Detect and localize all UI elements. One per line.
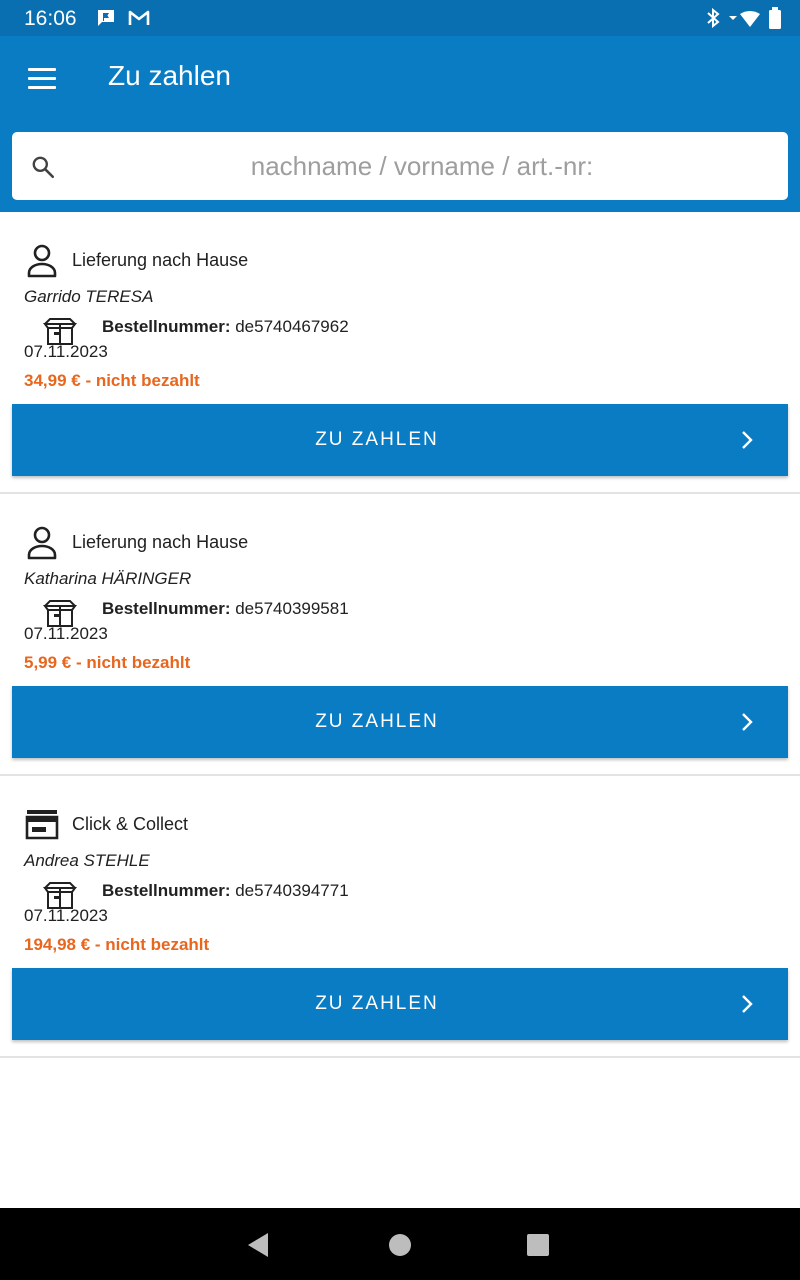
gmail-icon — [128, 10, 150, 25]
order-date: 07.11.2023 — [24, 906, 108, 925]
order-card: Lieferung nach Hause Katharina HÄRINGER … — [0, 494, 800, 776]
customer-name: Andrea STEHLE — [24, 851, 150, 870]
order-date: 07.11.2023 — [24, 342, 108, 361]
back-icon[interactable] — [244, 1230, 274, 1260]
order-number-line: Bestellnummer: de5740399581 — [102, 599, 349, 619]
store-icon — [25, 810, 59, 840]
bluetooth-icon — [707, 8, 720, 28]
status-bar: 16:06 — [0, 0, 800, 36]
battery-icon — [769, 7, 781, 29]
payment-status: 34,99 € - nicht bezahlt — [24, 371, 200, 390]
order-number-label: Bestellnummer: — [102, 599, 231, 618]
order-card: Lieferung nach Hause Garrido TERESA Best… — [0, 212, 800, 494]
hamburger-menu-icon[interactable] — [20, 58, 64, 98]
order-number-line: Bestellnummer: de5740467962 — [102, 317, 349, 337]
delivery-type: Lieferung nach Hause — [72, 532, 249, 552]
order-number: de5740394771 — [235, 881, 349, 900]
system-nav-bar — [0, 1208, 800, 1280]
page-title: Zu zahlen — [108, 60, 231, 91]
status-indicators — [706, 6, 782, 30]
chevron-right-icon — [742, 431, 753, 449]
order-number-label: Bestellnummer: — [102, 881, 231, 900]
order-card: Click & Collect Andrea STEHLE Bestellnum… — [0, 776, 800, 1058]
status-time: 16:06 — [24, 7, 77, 30]
pay-button[interactable]: ZU ZAHLEN — [12, 404, 788, 476]
delivery-type: Lieferung nach Hause — [72, 250, 249, 270]
chevron-right-icon — [742, 713, 753, 731]
search-input[interactable] — [72, 132, 772, 200]
order-number-line: Bestellnummer: de5740394771 — [102, 881, 349, 901]
pay-button-label: ZU ZAHLEN — [315, 711, 439, 732]
pay-button[interactable]: ZU ZAHLEN — [12, 968, 788, 1040]
search-icon — [32, 156, 55, 179]
payment-status: 194,98 € - nicht bezahlt — [24, 935, 210, 954]
app-bar: Zu zahlen — [0, 36, 800, 212]
pay-button-label: ZU ZAHLEN — [315, 429, 439, 450]
pay-button[interactable]: ZU ZAHLEN — [12, 686, 788, 758]
payment-status: 5,99 € - nicht bezahlt — [24, 653, 191, 672]
pay-button-label: ZU ZAHLEN — [315, 993, 439, 1014]
recents-icon[interactable] — [523, 1230, 553, 1260]
orders-list: Lieferung nach Hause Garrido TERESA Best… — [0, 212, 800, 1058]
order-number: de5740467962 — [235, 317, 349, 336]
customer-name: Garrido TERESA — [24, 287, 154, 306]
search-box[interactable] — [12, 132, 788, 200]
customer-name: Katharina HÄRINGER — [24, 569, 192, 588]
order-date: 07.11.2023 — [24, 624, 108, 643]
chat-notification-icon — [98, 10, 114, 26]
wifi-icon — [729, 10, 760, 28]
order-number-label: Bestellnummer: — [102, 317, 231, 336]
person-icon — [27, 526, 57, 560]
person-icon — [27, 244, 57, 278]
chevron-right-icon — [742, 995, 753, 1013]
order-number: de5740399581 — [235, 599, 349, 618]
home-icon[interactable] — [385, 1230, 415, 1260]
delivery-type: Click & Collect — [72, 814, 189, 834]
